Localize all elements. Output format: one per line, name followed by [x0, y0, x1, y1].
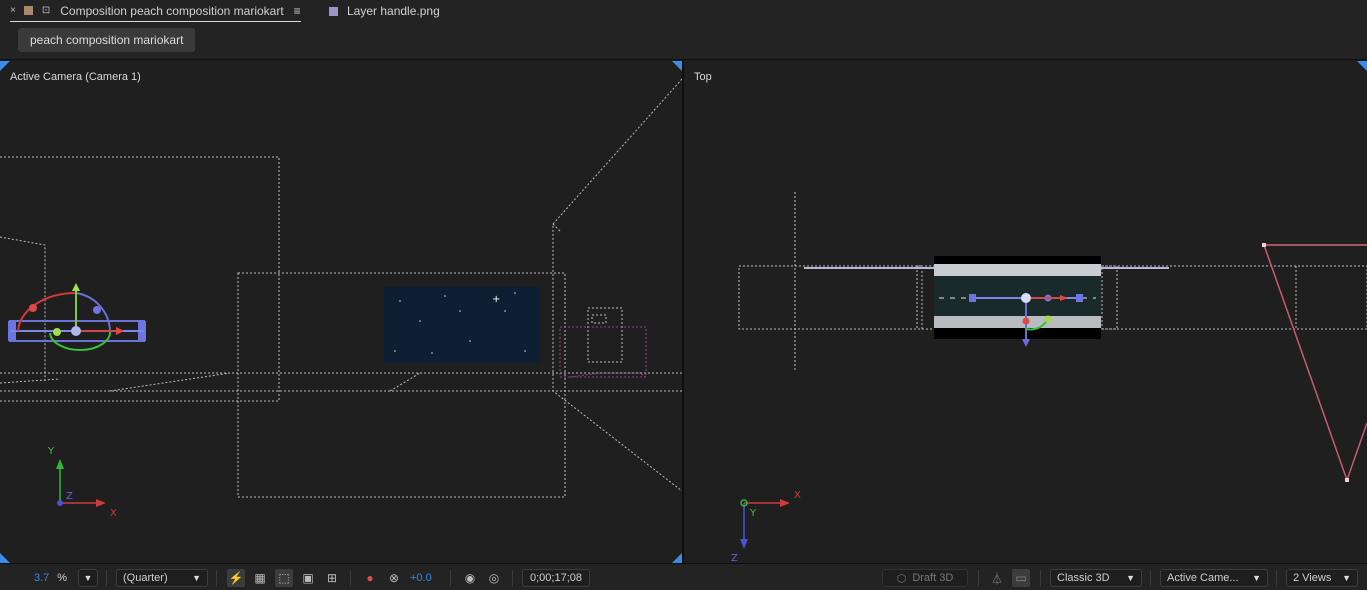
region-of-interest-button[interactable]: ▣	[299, 569, 317, 587]
svg-text:+: +	[492, 294, 500, 305]
view-layout-value: 2 Views	[1293, 572, 1332, 584]
starfield-layer	[384, 287, 540, 363]
axis-z-label: Z	[731, 553, 738, 563]
zoom-control[interactable]: 3.7 %	[34, 569, 67, 587]
zoom-dropdown[interactable]: ▼	[78, 569, 98, 587]
axis-x-label: X	[110, 508, 117, 519]
composition-tab-bar: × ⊡ Composition peach composition mariok…	[0, 0, 1367, 24]
mask-visibility-button[interactable]: ⬚	[275, 569, 293, 587]
transparency-grid-button[interactable]: ▦	[251, 569, 269, 587]
current-time-field[interactable]: 0;00;17;08	[522, 569, 590, 587]
channel-rgb-icon[interactable]: ●	[361, 569, 379, 587]
panel-menu-icon[interactable]: ≡	[294, 4, 301, 18]
zoom-unit: %	[57, 572, 68, 584]
extended-viewer-icon[interactable]: ▭	[1012, 569, 1030, 587]
close-tab-icon[interactable]: ×	[10, 5, 16, 16]
transform-gizmo	[8, 283, 146, 352]
chevron-down-icon: ▼	[192, 573, 201, 583]
viewer-active-camera[interactable]: Active Camera (Camera 1) + Y Z X	[0, 61, 682, 563]
axis-indicator	[740, 499, 790, 549]
draft-3d-label: Draft 3D	[912, 572, 954, 584]
breadcrumb-bar: peach composition mariokart	[0, 24, 1367, 60]
cube-icon: ⬡	[896, 572, 907, 585]
resolution-value: (Quarter)	[123, 572, 168, 584]
renderer-dropdown[interactable]: Classic 3D ▼	[1050, 569, 1142, 587]
label-color-swatch	[23, 6, 33, 15]
reset-exposure-icon[interactable]: ⊗	[385, 569, 403, 587]
camera-view-value: Active Came...	[1167, 572, 1239, 584]
tab-layer-handle[interactable]: Layer handle.png	[329, 0, 440, 22]
chevron-down-icon: ▼	[1342, 573, 1351, 583]
breadcrumb-composition[interactable]: peach composition mariokart	[18, 28, 196, 52]
zoom-value[interactable]: 3.7	[34, 572, 49, 584]
grid-guides-button[interactable]: ⊞	[323, 569, 341, 587]
chevron-down-icon: ▼	[1126, 573, 1135, 583]
axis-indicator	[56, 459, 106, 507]
axis-z-label: Z	[66, 491, 73, 502]
fast-previews-button[interactable]: ⚡	[227, 569, 245, 587]
lock-icon[interactable]: ⊡	[42, 5, 50, 16]
exposure-value[interactable]: +0.0	[410, 569, 432, 587]
corner-marker	[672, 61, 682, 71]
top-scene: X Y Z	[731, 61, 1367, 563]
view-layout-dropdown[interactable]: 2 Views ▼	[1286, 569, 1358, 587]
camera-view-dropdown[interactable]: Active Came... ▼	[1160, 569, 1268, 587]
viewer-toolbar: 3.7 % ▼ (Quarter) ▼ ⚡ ▦ ⬚ ▣ ⊞ ● ⊗ +0.0 ◉…	[0, 563, 1367, 590]
renderer-value: Classic 3D	[1057, 572, 1110, 584]
corner-marker	[0, 61, 10, 71]
axis-y-label: Y	[47, 446, 55, 457]
viewer-top[interactable]: Top X Y Z	[684, 61, 1367, 563]
tab-label: Layer handle.png	[347, 4, 440, 18]
tab-label: Composition peach composition mariokart	[60, 3, 284, 18]
corner-marker	[672, 553, 682, 563]
3d-ground-plane-icon[interactable]: ⏃	[988, 569, 1006, 587]
camera-scene: + Y Z X	[0, 61, 682, 563]
corner-marker	[0, 553, 10, 563]
label-color-swatch	[329, 6, 338, 16]
axis-y-label: Y	[749, 508, 757, 519]
snapshot-camera-icon[interactable]: ◉	[461, 569, 479, 587]
axis-x-label: X	[794, 490, 801, 501]
tab-composition[interactable]: × ⊡ Composition peach composition mariok…	[10, 0, 301, 22]
show-snapshot-icon[interactable]: ◎	[485, 569, 503, 587]
chevron-down-icon: ▼	[83, 573, 93, 583]
draft-3d-toggle[interactable]: ⬡ Draft 3D	[882, 569, 968, 587]
chevron-down-icon: ▼	[1252, 573, 1261, 583]
resolution-dropdown[interactable]: (Quarter) ▼	[116, 569, 208, 587]
